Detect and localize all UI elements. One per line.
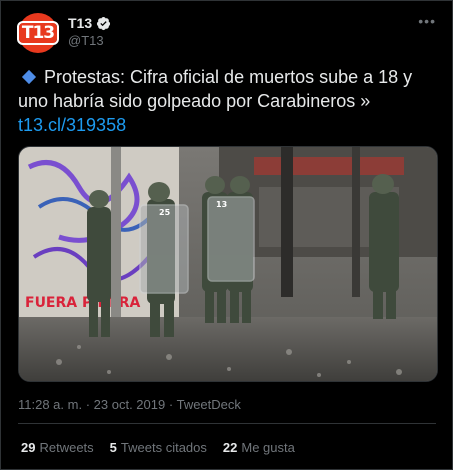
likes-label: Me gusta [241, 440, 295, 455]
tweet-card[interactable]: T13 T13 @T13 ••• Protestas: Cifra oficia… [0, 0, 453, 470]
likes-stat[interactable]: 22 Me gusta [223, 440, 295, 455]
likes-count: 22 [222, 440, 238, 455]
retweets-count: 29 [21, 440, 36, 455]
tweet-date[interactable]: 23 oct. 2019 [94, 397, 166, 412]
divider [18, 423, 436, 424]
shield-number-left: 13 [216, 200, 227, 209]
avatar[interactable]: T13 [16, 13, 60, 53]
quote-tweets-stat[interactable]: 5 Tweets citados [110, 440, 207, 455]
retweets-stat[interactable]: 29 Retweets [21, 440, 94, 455]
avatar-logo: T13 [16, 21, 60, 45]
quotes-label: Tweets citados [120, 440, 207, 455]
quotes-count: 5 [109, 440, 117, 455]
tweet-headline: Protestas: Cifra oficial de muertos sube… [18, 67, 413, 111]
display-name[interactable]: T13 [68, 15, 92, 31]
tweet-text: Protestas: Cifra oficial de muertos sube… [18, 65, 443, 137]
author-name-row[interactable]: T13 [68, 15, 111, 31]
blue-diamond-icon [21, 70, 37, 85]
tweet-metadata: 11:28 a. m. · 23 oct. 2019 · TweetDeck [18, 397, 241, 412]
wall-graffiti: FUERA PIÑERA [25, 294, 141, 311]
protest-photo-illustration: FUERA PIÑERA 25 13 [19, 147, 437, 381]
retweets-label: Retweets [39, 440, 94, 455]
tweet-time[interactable]: 11:28 a. m. [18, 397, 82, 412]
tweet-photo[interactable]: FUERA PIÑERA 25 13 [18, 146, 438, 382]
meta-separator-2: · [168, 397, 174, 412]
tweet-link[interactable]: t13.cl/319358 [18, 115, 126, 135]
tweet-stats: 29 Retweets 5 Tweets citados 22 Me gusta [21, 440, 295, 455]
verified-badge-icon [97, 16, 111, 30]
tweet-source[interactable]: TweetDeck [177, 397, 241, 412]
more-options-icon[interactable]: ••• [418, 13, 436, 29]
meta-separator: · [85, 397, 91, 412]
shield-number-right: 25 [159, 208, 171, 217]
author-handle[interactable]: @T13 [68, 33, 104, 48]
